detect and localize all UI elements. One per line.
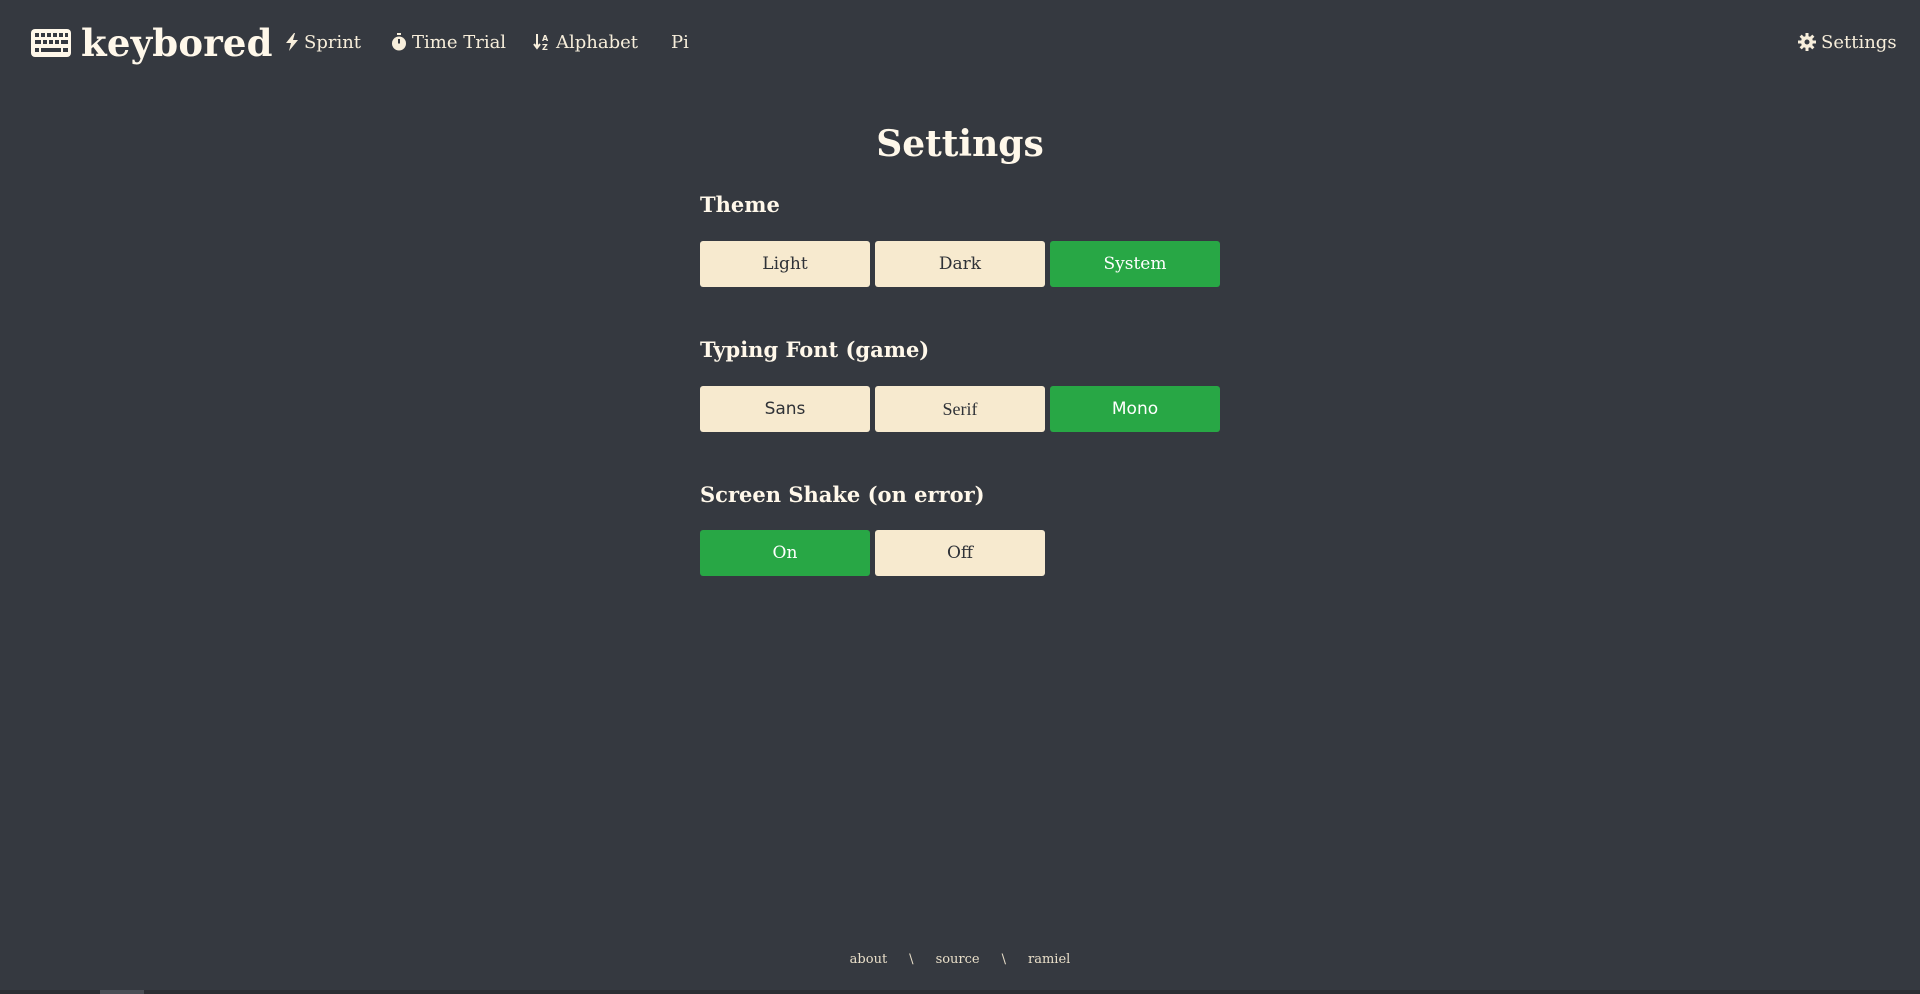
keyboard-icon — [31, 28, 71, 58]
nav-settings[interactable]: Settings — [1798, 29, 1897, 55]
nav-time-trial[interactable]: Time Trial — [391, 29, 506, 55]
horizontal-scrollbar[interactable] — [0, 990, 1920, 994]
svg-text:Z: Z — [542, 43, 548, 51]
theme-label: Theme — [700, 192, 780, 217]
typing-font-label: Typing Font (game) — [700, 337, 930, 362]
nav-time-trial-label: Time Trial — [412, 31, 507, 53]
nav-sprint[interactable]: Sprint — [285, 29, 361, 55]
shake-on-button[interactable]: On — [700, 530, 870, 576]
nav-alphabet[interactable]: A Z Alphabet — [533, 29, 638, 55]
font-sans-button[interactable]: Sans — [700, 386, 870, 432]
nav-settings-label: Settings — [1821, 31, 1897, 53]
nav-pi-label: Pi — [671, 31, 689, 53]
theme-system-button[interactable]: System — [1050, 241, 1220, 287]
gear-icon — [1798, 33, 1816, 51]
footer-separator: \ — [909, 952, 914, 967]
bolt-icon — [285, 33, 299, 51]
brand-name: keybored — [81, 21, 273, 65]
sort-alpha-icon: A Z — [533, 33, 551, 51]
brand-logo[interactable]: keybored — [31, 18, 273, 68]
footer-about-link[interactable]: about — [850, 952, 888, 967]
footer: about \ source \ ramiel — [0, 952, 1920, 967]
nav-sprint-label: Sprint — [304, 31, 362, 53]
font-serif-button[interactable]: Serif — [875, 386, 1045, 432]
shake-off-button[interactable]: Off — [875, 530, 1045, 576]
nav-pi[interactable]: Pi — [671, 29, 689, 55]
navbar: keybored Sprint Time Trial A Z Alphabet … — [0, 0, 1920, 84]
theme-light-button[interactable]: Light — [700, 241, 870, 287]
theme-dark-button[interactable]: Dark — [875, 241, 1045, 287]
footer-source-link[interactable]: source — [936, 952, 980, 967]
footer-separator: \ — [1001, 952, 1007, 967]
footer-ramiel-link[interactable]: ramiel — [1028, 952, 1070, 967]
screen-shake-label: Screen Shake (on error) — [700, 482, 985, 507]
scrollbar-thumb[interactable] — [100, 990, 144, 994]
svg-text:A: A — [542, 34, 549, 43]
stopwatch-icon — [391, 33, 407, 51]
font-mono-button[interactable]: Mono — [1050, 386, 1220, 432]
nav-alphabet-label: Alphabet — [556, 31, 639, 53]
page-title: Settings — [876, 123, 1044, 165]
